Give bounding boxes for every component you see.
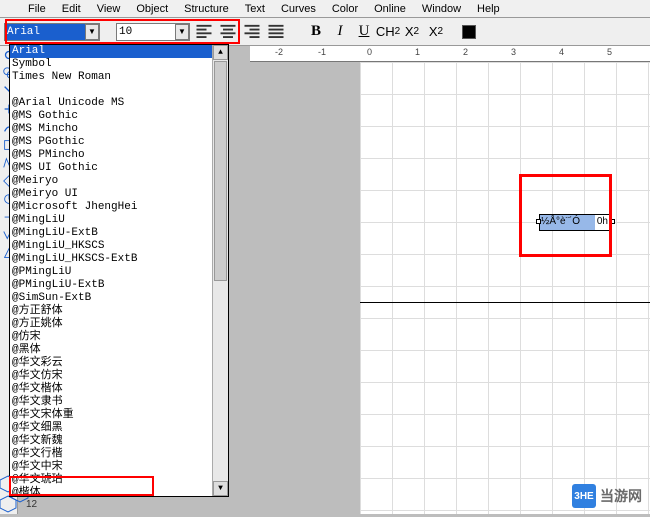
text-object[interactable]: ½Å°è¨´Ó 0h xyxy=(539,214,611,231)
align-left-icon[interactable] xyxy=(194,22,214,42)
scroll-down-icon[interactable]: ▼ xyxy=(213,481,228,496)
align-justify-icon[interactable] xyxy=(266,22,286,42)
scrollbar[interactable]: ▲ ▼ xyxy=(212,45,228,496)
toolbar: ▼ ▼ B I U CH2 X2 X2 xyxy=(0,18,650,46)
font-option[interactable]: @华文新魏 xyxy=(10,435,228,448)
subscript-button[interactable]: X2 xyxy=(402,22,422,42)
font-option[interactable]: @MS Gothic xyxy=(10,110,228,123)
align-center-icon[interactable] xyxy=(218,22,238,42)
watermark-logo: 3HE xyxy=(572,484,596,508)
canvas-margin xyxy=(230,62,360,514)
font-option[interactable]: @华文中宋 xyxy=(10,461,228,474)
text-plain[interactable]: 0h xyxy=(595,215,610,230)
underline-button[interactable]: U xyxy=(354,22,374,42)
font-option[interactable]: @华文宋体重 xyxy=(10,409,228,422)
color-swatch[interactable] xyxy=(462,25,476,39)
font-option[interactable]: @Arial Unicode MS xyxy=(10,97,228,110)
font-option[interactable]: @华文琥珀 xyxy=(10,474,228,487)
menu-edit[interactable]: Edit xyxy=(54,3,89,15)
font-option[interactable]: @Microsoft JhengHei xyxy=(10,201,228,214)
font-option-selected[interactable]: Arial xyxy=(10,45,228,58)
align-right-icon[interactable] xyxy=(242,22,262,42)
font-option[interactable]: @PMingLiU xyxy=(10,266,228,279)
menu-text[interactable]: Text xyxy=(237,3,273,15)
menu-online[interactable]: Online xyxy=(366,3,414,15)
scroll-thumb[interactable] xyxy=(214,61,227,281)
font-option[interactable]: @方正姚体 xyxy=(10,318,228,331)
menu-view[interactable]: View xyxy=(89,3,129,15)
menu-object[interactable]: Object xyxy=(128,3,176,15)
font-option[interactable]: @华文楷体 xyxy=(10,383,228,396)
watermark-text: 当游网 xyxy=(600,486,642,506)
font-option[interactable]: @SimSun-ExtB xyxy=(10,292,228,305)
font-option[interactable]: @华文彩云 xyxy=(10,357,228,370)
menu-color[interactable]: Color xyxy=(324,3,366,15)
italic-button[interactable]: I xyxy=(330,22,350,42)
font-option[interactable]: @MS Mincho xyxy=(10,123,228,136)
font-option[interactable]: @华文隶书 xyxy=(10,396,228,409)
menu-file[interactable]: File xyxy=(20,3,54,15)
font-option[interactable]: @华文行楷 xyxy=(10,448,228,461)
font-option[interactable]: @MS PGothic xyxy=(10,136,228,149)
menu-window[interactable]: Window xyxy=(414,3,469,15)
font-option[interactable]: @黑体 xyxy=(10,344,228,357)
text-selected[interactable]: ½Å°è¨´Ó xyxy=(540,215,595,230)
font-option[interactable]: @MingLiU xyxy=(10,214,228,227)
menu-structure[interactable]: Structure xyxy=(176,3,237,15)
font-option[interactable]: @MingLiU_HKSCS xyxy=(10,240,228,253)
font-dropdown-list[interactable]: Arial SymbolTimes New Roman @Arial Unicod… xyxy=(9,44,229,497)
font-option[interactable]: @MingLiU-ExtB xyxy=(10,227,228,240)
font-option[interactable]: @MingLiU_HKSCS-ExtB xyxy=(10,253,228,266)
superscript-button[interactable]: X2 xyxy=(426,22,446,42)
font-option[interactable]: @华文仿宋 xyxy=(10,370,228,383)
menu-help[interactable]: Help xyxy=(469,3,508,15)
drawing-grid[interactable] xyxy=(360,62,650,514)
bold-button[interactable]: B xyxy=(306,22,326,42)
font-option[interactable]: @MS UI Gothic xyxy=(10,162,228,175)
font-option[interactable]: Times New Roman xyxy=(10,71,228,84)
menu-bar: File Edit View Object Structure Text Cur… xyxy=(0,0,650,18)
font-option[interactable] xyxy=(10,84,228,97)
font-dropdown-button[interactable]: ▼ xyxy=(85,24,99,40)
watermark: 3HE 当游网 xyxy=(572,484,642,508)
font-option[interactable]: @华文细黑 xyxy=(10,422,228,435)
formula-ch2-button[interactable]: CH2 xyxy=(378,22,398,42)
scroll-up-icon[interactable]: ▲ xyxy=(213,45,228,60)
font-option[interactable]: @MS PMincho xyxy=(10,149,228,162)
x-axis xyxy=(360,302,650,303)
font-option[interactable]: @Meiryo xyxy=(10,175,228,188)
font-option[interactable]: @PMingLiU-ExtB xyxy=(10,279,228,292)
font-option[interactable]: @仿宋 xyxy=(10,331,228,344)
ruler-tick-12: 12 xyxy=(26,499,37,510)
font-option[interactable]: Symbol xyxy=(10,58,228,71)
font-option[interactable]: @楷体 xyxy=(10,487,228,497)
canvas-area[interactable]: -2 -1 0 1 2 3 4 5 6 ½Å°è¨´Ó 0h xyxy=(230,46,650,514)
font-option[interactable]: @Meiryo UI xyxy=(10,188,228,201)
size-dropdown-button[interactable]: ▼ xyxy=(175,24,189,40)
menu-curves[interactable]: Curves xyxy=(273,3,324,15)
font-option[interactable]: @方正舒体 xyxy=(10,305,228,318)
ruler-horizontal: -2 -1 0 1 2 3 4 5 6 xyxy=(250,46,650,62)
